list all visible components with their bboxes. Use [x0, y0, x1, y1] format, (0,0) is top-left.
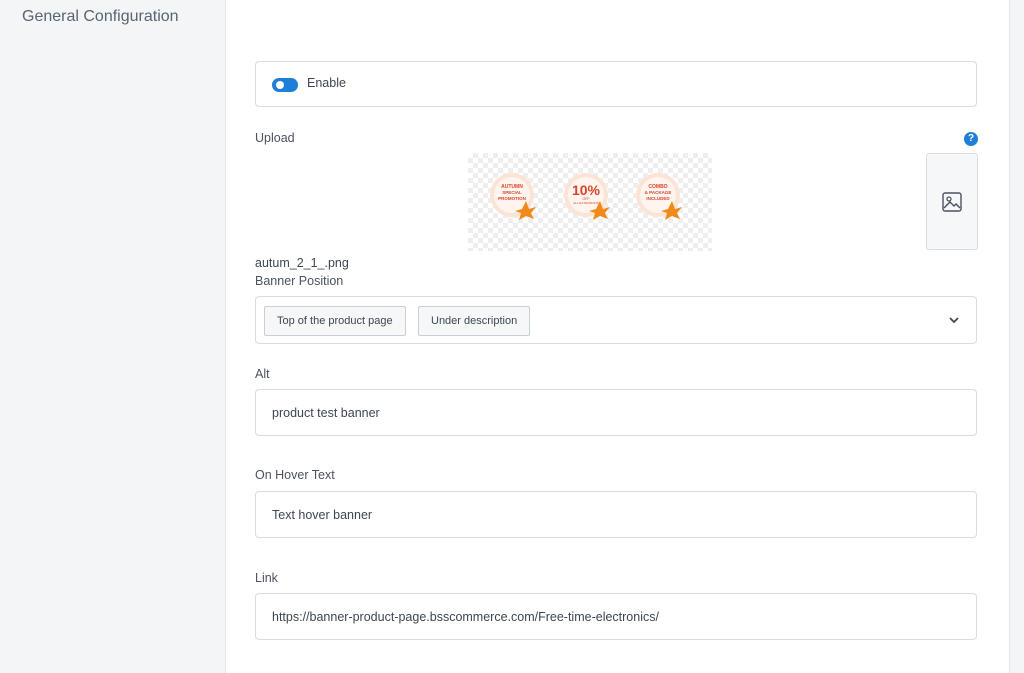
badge-autumn: AUTUMN SPECIAL PROMOTION: [490, 173, 536, 220]
position-chip[interactable]: Top of the product page: [264, 306, 406, 336]
chevron-down-icon[interactable]: [948, 314, 960, 326]
link-label: Link: [255, 571, 278, 585]
banner-position-label: Banner Position: [255, 274, 344, 288]
alt-input[interactable]: product test banner: [255, 389, 977, 436]
hover-value: Text hover banner: [272, 508, 373, 522]
svg-text:SPECIAL: SPECIAL: [502, 190, 522, 195]
position-chip[interactable]: Under description: [418, 306, 531, 336]
section-title: General Configuration: [22, 8, 179, 25]
svg-text:ALL EXTENSIONS: ALL EXTENSIONS: [573, 201, 598, 205]
enable-toggle[interactable]: [272, 78, 298, 92]
config-panel: Enable Upload ? AUTUMN SPECIAL PROMOTION…: [225, 0, 1010, 673]
alt-label: Alt: [255, 367, 270, 381]
svg-text:& PACKAGE: & PACKAGE: [645, 190, 672, 195]
badge-discount: 10% OFF ALL EXTENSIONS: [564, 173, 610, 220]
svg-text:PROMOTION: PROMOTION: [498, 196, 526, 201]
svg-text:10%: 10%: [572, 182, 601, 198]
enable-label: Enable: [307, 76, 346, 90]
svg-text:INCLUDED: INCLUDED: [646, 196, 670, 201]
help-icon[interactable]: ?: [964, 132, 978, 146]
badge-combo: COMBO & PACKAGE INCLUDED: [636, 173, 682, 220]
image-icon: [942, 191, 962, 212]
banner-preview: AUTUMN SPECIAL PROMOTION 10% OFF ALL EXT…: [468, 153, 712, 251]
enable-row: Enable: [255, 61, 977, 107]
alt-value: product test banner: [272, 406, 380, 420]
uploaded-filename: autum_2_1_.png: [255, 256, 349, 270]
banner-position-select[interactable]: Top of the product page Under descriptio…: [255, 296, 977, 344]
hover-label: On Hover Text: [255, 468, 335, 482]
upload-label: Upload: [255, 131, 295, 145]
link-input[interactable]: https://banner-product-page.bsscommerce.…: [255, 593, 977, 640]
link-value: https://banner-product-page.bsscommerce.…: [272, 610, 659, 624]
image-upload-button[interactable]: [926, 153, 978, 250]
hover-text-input[interactable]: Text hover banner: [255, 491, 977, 538]
